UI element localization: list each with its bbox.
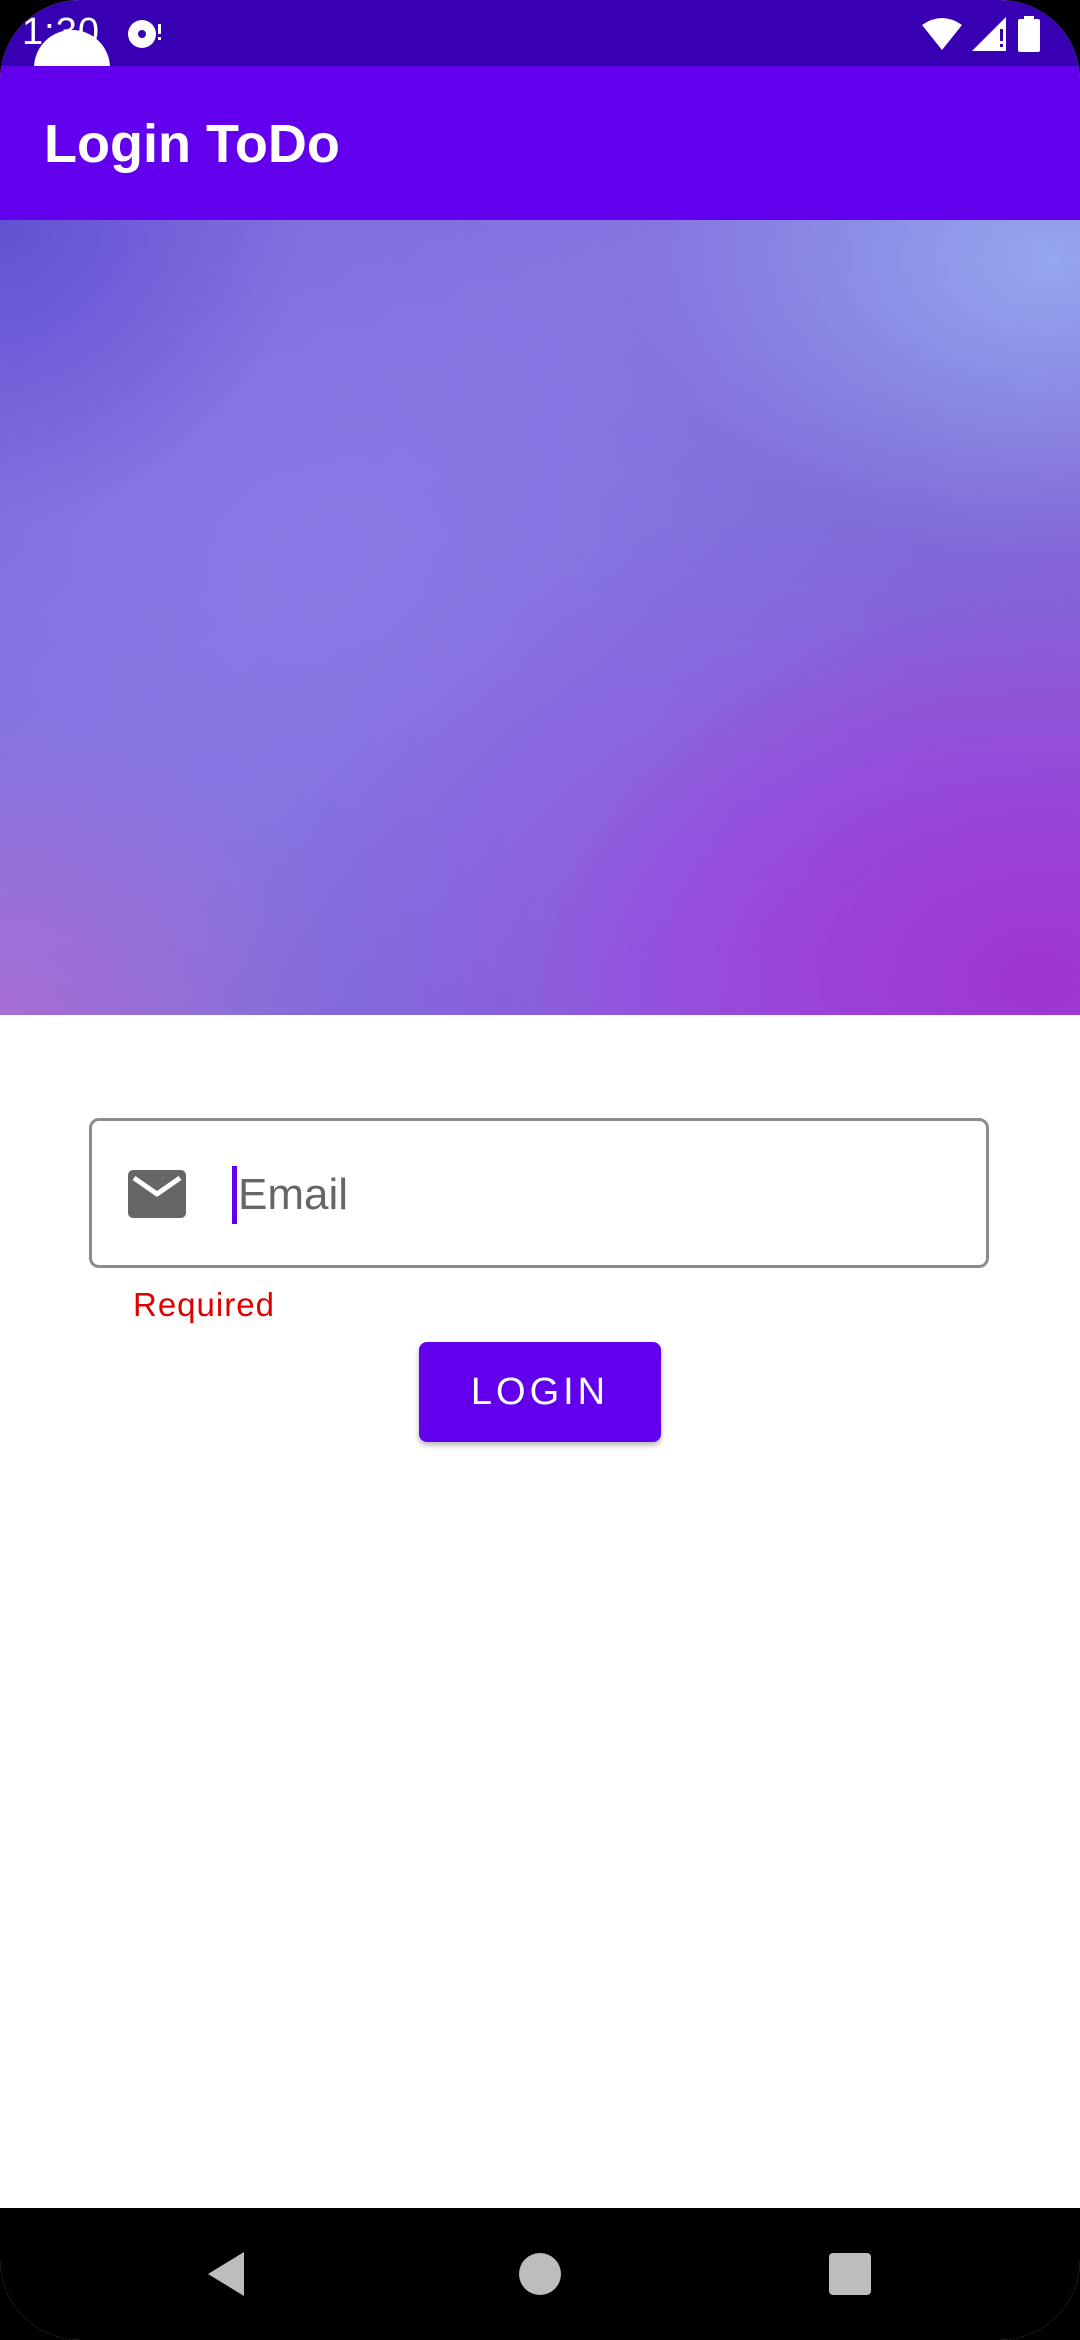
cell-signal-icon <box>972 17 1006 51</box>
app-title: Login ToDo <box>44 114 340 174</box>
back-icon[interactable] <box>196 2244 256 2304</box>
status-bar: 1:30 <box>0 0 1080 66</box>
mail-icon <box>128 1170 186 1218</box>
disc-icon <box>128 20 161 48</box>
app-bar: Login ToDo <box>0 66 1080 220</box>
phone-screen: 1:30 Login ToDo <box>0 0 1080 2340</box>
recents-icon[interactable] <box>820 2244 880 2304</box>
battery-icon <box>1018 16 1040 52</box>
status-icons <box>922 14 1040 54</box>
login-button[interactable]: LOGIN <box>419 1342 661 1442</box>
email-error-text: Required <box>133 1286 275 1323</box>
email-input[interactable] <box>234 1161 958 1229</box>
wifi-icon <box>922 18 962 50</box>
hero-gradient-image <box>0 220 1080 1015</box>
navigation-bar <box>0 2208 1080 2340</box>
home-icon[interactable] <box>510 2244 570 2304</box>
email-field[interactable] <box>89 1118 989 1268</box>
